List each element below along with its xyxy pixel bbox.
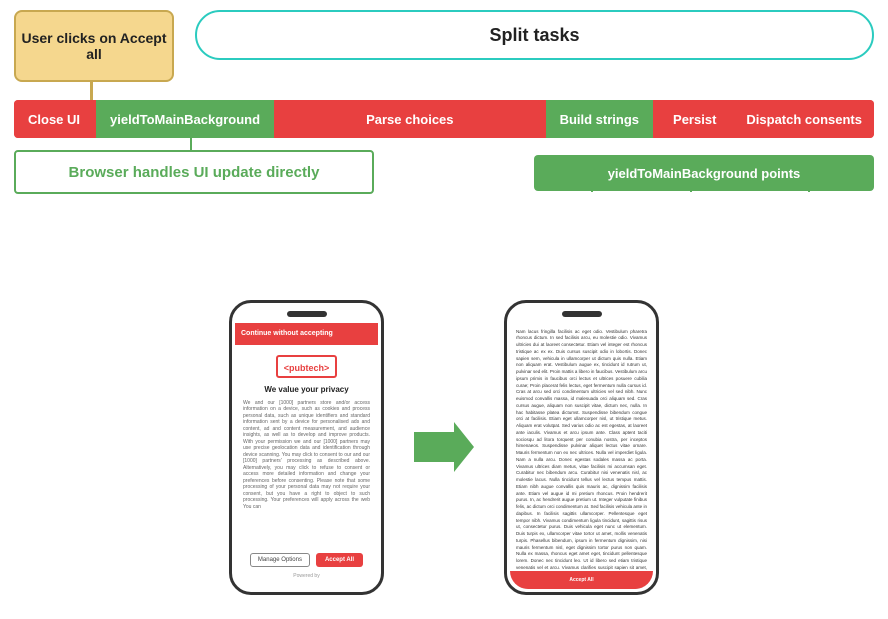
manage-options-button[interactable]: Manage Options — [250, 553, 310, 567]
consent-top-bar: Continue without accepting — [235, 323, 378, 345]
seg-persist: Persist — [655, 100, 734, 138]
user-clicks-box: User clicks on Accept all — [14, 10, 174, 82]
pipeline-bar: Close UI yieldToMainBackground Parse cho… — [14, 100, 874, 138]
split-tasks-label: Split tasks — [489, 25, 579, 46]
article-text: Nam lacus fringilla facilisis ac eget od… — [510, 323, 653, 589]
accept-all-button[interactable]: Accept All — [316, 553, 363, 567]
consent-footer: Powered by — [293, 573, 319, 583]
article-consent-bar: Accept All — [510, 571, 653, 589]
left-phone: Continue without accepting <pubtech> We … — [229, 300, 384, 595]
consent-body: <pubtech> We value your privacy We and o… — [235, 345, 378, 589]
phones-area: Continue without accepting <pubtech> We … — [0, 275, 888, 619]
yield-points-label: yieldToMainBackground points — [608, 166, 801, 181]
we-value-text: We value your privacy — [264, 385, 348, 394]
seg-close-ui: Close UI — [14, 100, 94, 138]
browser-box: Browser handles UI update directly — [14, 150, 374, 194]
article-screen: Nam lacus fringilla facilisis ac eget od… — [510, 323, 653, 589]
split-tasks-container: Split tasks — [195, 10, 874, 60]
right-phone: Nam lacus fringilla facilisis ac eget od… — [504, 300, 659, 595]
seg-yield-main: yieldToMainBackground — [96, 100, 274, 138]
seg-dispatch-consents: Dispatch consents — [734, 100, 874, 138]
consent-top-bar-text: Continue without accepting — [241, 330, 333, 337]
consent-small-text: We and our [1000] partners store and/or … — [243, 400, 370, 511]
diagram-area: User clicks on Accept all Split tasks Cl… — [0, 0, 888, 280]
pubtech-logo: <pubtech> — [276, 355, 338, 378]
user-clicks-label: User clicks on Accept all — [16, 30, 172, 62]
left-phone-screen: Continue without accepting <pubtech> We … — [235, 323, 378, 589]
right-phone-screen: Nam lacus fringilla facilisis ac eget od… — [510, 323, 653, 589]
article-consent-bar-text: Accept All — [569, 577, 593, 583]
browser-box-label: Browser handles UI update directly — [69, 164, 320, 181]
yield-points-box: yieldToMainBackground points — [534, 155, 874, 191]
seg-build-strings: Build strings — [546, 100, 653, 138]
consent-buttons: Manage Options Accept All — [243, 553, 370, 567]
consent-screen: Continue without accepting <pubtech> We … — [235, 323, 378, 589]
phone-transition-arrow — [414, 422, 474, 472]
seg-parse-choices: Parse choices — [276, 100, 544, 138]
